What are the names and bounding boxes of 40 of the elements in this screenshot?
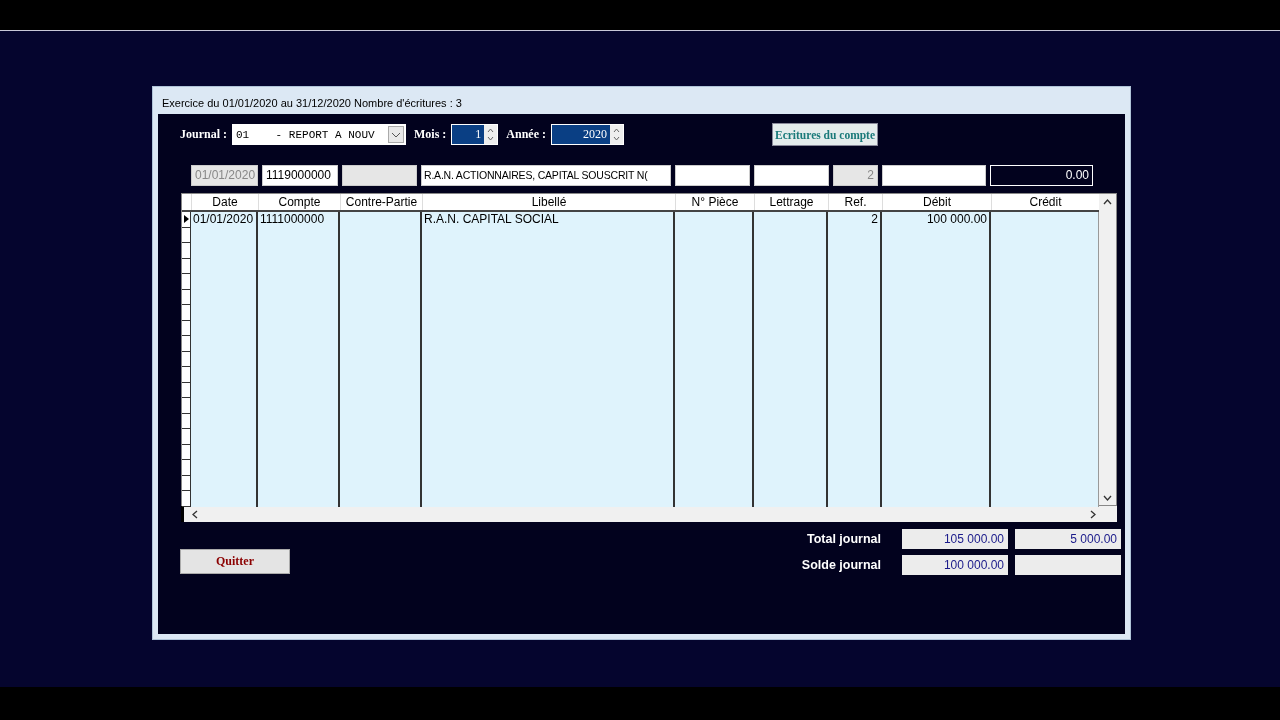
journal-label: Journal : [180, 127, 227, 142]
total-label: Solde journal [800, 558, 881, 572]
table-cell-text: R.A.N. CAPITAL SOCIAL [423, 212, 560, 227]
total-label: Total journal [805, 532, 881, 546]
entry-field[interactable]: 1119000000 [262, 165, 338, 186]
amount-field: 100 000.00 [902, 555, 1008, 575]
spinner-arrows-icon[interactable] [484, 125, 498, 144]
month-spinner[interactable]: 1 [451, 124, 499, 145]
entry-field[interactable] [675, 165, 750, 186]
amount-field: 105 000.00 [902, 529, 1008, 549]
journal-dropdown[interactable]: 01 - REPORT A NOUV [232, 124, 406, 145]
entry-field[interactable]: 0.00 [990, 165, 1093, 186]
table-cell-text: 1111000000 [259, 212, 326, 227]
column-header[interactable]: Compte [258, 194, 340, 210]
month-label: Mois : [414, 127, 447, 142]
quit-button[interactable]: Quitter [180, 549, 290, 574]
amount-field: 5 000.00 [1015, 529, 1121, 549]
column-header[interactable]: Débit [882, 194, 991, 210]
column-header[interactable]: Ref. [828, 194, 882, 210]
column-header[interactable]: Date [191, 194, 258, 210]
entry-field[interactable] [754, 165, 829, 186]
scroll-up-icon[interactable] [1103, 199, 1112, 205]
account-entries-button[interactable]: Ecritures du compte [772, 123, 878, 146]
table-cell-text: 100 000.00 [925, 212, 988, 227]
spinner-arrows-icon[interactable] [610, 125, 623, 144]
column-header[interactable]: Libellé [422, 194, 675, 210]
entry-field[interactable]: R.A.N. ACTIONNAIRES, CAPITAL SOUSCRIT N( [421, 165, 671, 186]
table-cell-text: 2 [870, 212, 879, 227]
entry-field[interactable] [882, 165, 986, 186]
scroll-left-icon[interactable] [192, 509, 198, 519]
table-cell-text: 01/01/2020 [192, 212, 255, 227]
scroll-down-icon[interactable] [1103, 495, 1112, 501]
column-header[interactable]: Lettrage [754, 194, 828, 210]
vertical-scrollbar[interactable] [1099, 194, 1116, 505]
window-title: Exercice du 01/01/2020 au 31/12/2020 Nombre d'écritures : 3 [161, 96, 463, 111]
column-header[interactable]: Contre-Partie [340, 194, 422, 210]
year-label: Année : [506, 127, 546, 142]
year-spinner[interactable]: 2020 [551, 124, 624, 145]
column-header[interactable]: N° Pièce [675, 194, 754, 210]
scroll-right-icon[interactable] [1090, 509, 1096, 519]
